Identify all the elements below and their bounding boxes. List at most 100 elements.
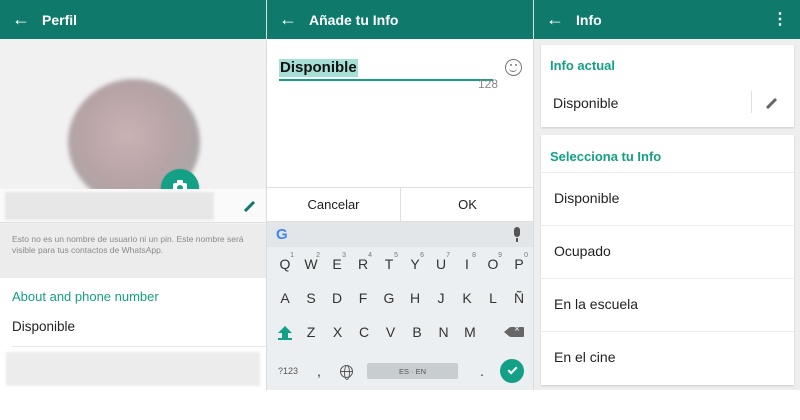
key-y[interactable]: Y6 <box>403 251 427 277</box>
key-e[interactable]: E3 <box>325 251 349 277</box>
info-option[interactable]: En la escuela <box>541 278 794 331</box>
key-c[interactable]: C <box>352 319 376 345</box>
edit-title: Añade tu Info <box>309 11 399 28</box>
key-row-1: Q1W2E3R4T5Y6U7I8O9P0 <box>267 251 533 277</box>
info-title: Info <box>576 11 602 28</box>
more-vert-icon[interactable]: ⋮ <box>772 0 788 39</box>
info-option[interactable]: En el cine <box>541 331 794 384</box>
info-option-label: En el cine <box>554 349 616 365</box>
key-g[interactable]: G <box>377 285 401 311</box>
enter-key[interactable] <box>500 359 524 383</box>
shift-lock-indicator <box>278 338 292 340</box>
profile-app-bar: ← Perfil <box>0 0 266 39</box>
key-digit-hint: 5 <box>394 252 398 259</box>
divider <box>12 346 266 347</box>
period-key[interactable]: . <box>470 358 494 384</box>
key-digit-hint: 2 <box>316 252 320 259</box>
back-arrow-icon[interactable]: ← <box>267 0 309 39</box>
edit-info-panel: ← Añade tu Info Disponible 128 Cancelar … <box>266 0 533 390</box>
key-ñ[interactable]: Ñ <box>507 285 531 311</box>
backspace-key[interactable] <box>504 319 529 345</box>
ok-button[interactable]: OK <box>400 188 533 221</box>
character-counter: 128 <box>478 77 499 91</box>
key-t[interactable]: T5 <box>377 251 401 277</box>
key-o[interactable]: O9 <box>481 251 505 277</box>
info-option-label: Disponible <box>554 190 620 206</box>
google-icon[interactable]: G <box>276 226 288 243</box>
symbols-key[interactable]: ?123 <box>273 358 303 384</box>
key-digit-hint: 9 <box>498 252 502 259</box>
keyboard: G Q1W2E3R4T5Y6U7I8O9P0 ASDFGHJKLÑ ZXCVBN… <box>267 222 533 390</box>
pencil-icon[interactable] <box>764 96 778 110</box>
key-p[interactable]: P0 <box>507 251 531 277</box>
profile-panel: ← Perfil Esto no es un nombre de usuario… <box>0 0 266 390</box>
name-value-blurred <box>5 192 214 220</box>
back-arrow-icon[interactable]: ← <box>0 0 42 39</box>
key-v[interactable]: V <box>379 319 403 345</box>
status-input-text: Disponible <box>279 59 358 77</box>
key-j[interactable]: J <box>429 285 453 311</box>
key-label: O <box>487 256 499 272</box>
key-a[interactable]: A <box>273 285 297 311</box>
key-l[interactable]: L <box>481 285 505 311</box>
select-info-title: Selecciona tu Info <box>550 149 662 164</box>
key-row-2: ASDFGHJKLÑ <box>267 285 533 311</box>
key-label: Y <box>410 256 420 272</box>
current-info-value[interactable]: Disponible <box>553 95 618 111</box>
key-label: P <box>514 256 524 272</box>
info-option[interactable]: Ocupado <box>541 225 794 278</box>
key-digit-hint: 0 <box>524 252 528 259</box>
key-k[interactable]: K <box>455 285 479 311</box>
key-label: U <box>435 256 447 272</box>
key-u[interactable]: U7 <box>429 251 453 277</box>
key-label: T <box>384 256 394 272</box>
about-value[interactable]: Disponible <box>12 319 75 334</box>
key-i[interactable]: I8 <box>455 251 479 277</box>
dialog-buttons: Cancelar OK <box>267 187 533 222</box>
key-s[interactable]: S <box>299 285 323 311</box>
key-x[interactable]: X <box>326 319 350 345</box>
divider <box>751 91 752 113</box>
key-d[interactable]: D <box>325 285 349 311</box>
back-arrow-icon[interactable]: ← <box>534 0 576 39</box>
key-m[interactable]: M <box>458 319 482 345</box>
key-label: R <box>357 256 369 272</box>
key-z[interactable]: Z <box>299 319 323 345</box>
key-h[interactable]: H <box>403 285 427 311</box>
phone-number-blurred <box>6 352 260 386</box>
key-label: I <box>465 256 469 272</box>
status-input[interactable]: Disponible 128 <box>279 57 498 91</box>
cancel-button[interactable]: Cancelar <box>267 188 400 221</box>
key-q[interactable]: Q1 <box>273 251 297 277</box>
space-key[interactable]: ES · EN <box>367 363 458 379</box>
key-n[interactable]: N <box>432 319 456 345</box>
key-digit-hint: 8 <box>472 252 476 259</box>
shift-key[interactable] <box>273 319 297 345</box>
key-row-3: ZXCVBNM <box>267 319 533 345</box>
key-digit-hint: 7 <box>446 252 450 259</box>
key-w[interactable]: W2 <box>299 251 323 277</box>
keyboard-suggestion-bar: G <box>267 222 533 247</box>
globe-icon <box>339 364 353 380</box>
key-b[interactable]: B <box>405 319 429 345</box>
about-card: About and phone number Disponible <box>0 278 266 390</box>
name-row[interactable] <box>0 189 266 223</box>
language-key[interactable] <box>334 358 358 384</box>
smiley-icon[interactable] <box>505 59 522 76</box>
key-label: Q <box>279 256 291 272</box>
name-hint: Esto no es un nombre de usuario ni un pi… <box>0 224 266 278</box>
key-digit-hint: 3 <box>342 252 346 259</box>
key-label: E <box>332 256 342 272</box>
about-section-title: About and phone number <box>12 289 159 304</box>
profile-photo-area <box>0 39 266 207</box>
pencil-icon[interactable] <box>242 199 256 213</box>
mic-icon[interactable] <box>514 227 520 242</box>
comma-key[interactable]: , <box>307 358 331 384</box>
info-option-label: Ocupado <box>554 243 611 259</box>
key-f[interactable]: F <box>351 285 375 311</box>
key-digit-hint: 4 <box>368 252 372 259</box>
info-panel: ← Info ⋮ Info actual Disponible Seleccio… <box>533 0 800 390</box>
key-digit-hint: 1 <box>290 252 294 259</box>
key-r[interactable]: R4 <box>351 251 375 277</box>
info-option[interactable]: Disponible <box>541 172 794 225</box>
